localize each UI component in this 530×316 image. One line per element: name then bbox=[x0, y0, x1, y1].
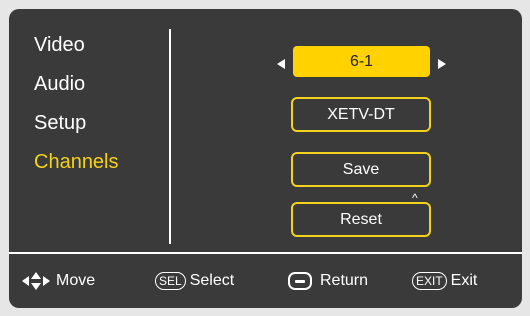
hint-select-label: Select bbox=[189, 272, 235, 289]
horizontal-divider bbox=[9, 252, 522, 254]
menu-item-audio[interactable]: Audio bbox=[34, 74, 119, 94]
hint-exit: EXIT Exit bbox=[412, 271, 477, 291]
four-way-arrow-icon bbox=[22, 272, 50, 290]
save-button[interactable]: Save bbox=[291, 152, 431, 187]
channel-name-field[interactable]: XETV-DT bbox=[291, 97, 431, 132]
vertical-divider bbox=[169, 29, 171, 244]
channel-number-selector[interactable]: 6-1 bbox=[293, 46, 430, 77]
exit-key-icon: EXIT bbox=[412, 272, 447, 290]
hint-exit-label: Exit bbox=[450, 272, 478, 289]
menu-item-video[interactable]: Video bbox=[34, 35, 119, 55]
hint-return-label: Return bbox=[320, 272, 369, 289]
hint-move: Move bbox=[20, 271, 95, 291]
sel-key-icon: SEL bbox=[155, 272, 186, 290]
menu-item-channels[interactable]: Channels bbox=[34, 152, 119, 172]
right-arrow-icon[interactable] bbox=[438, 59, 446, 69]
hint-select: SEL Select bbox=[155, 271, 234, 291]
osd-panel: Video Audio Setup Channels 6-1 XETV-DT S… bbox=[9, 9, 522, 308]
key-hint-bar: Move SEL Select Return EXIT Exit bbox=[9, 267, 522, 297]
minus-key-icon bbox=[288, 272, 312, 290]
menu-item-setup[interactable]: Setup bbox=[34, 113, 119, 133]
hint-move-label: Move bbox=[56, 272, 96, 289]
settings-menu: Video Audio Setup Channels bbox=[34, 35, 119, 191]
left-arrow-icon[interactable] bbox=[277, 59, 285, 69]
hint-return: Return bbox=[288, 271, 368, 291]
reset-button[interactable]: Reset bbox=[291, 202, 431, 237]
